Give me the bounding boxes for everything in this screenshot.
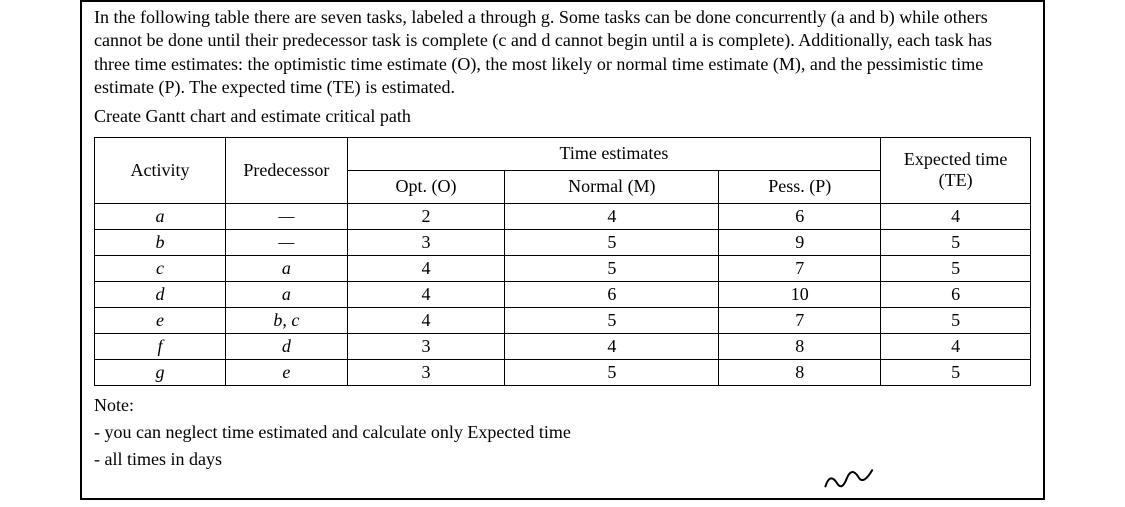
cell-te: 4	[881, 333, 1031, 359]
signature-mark	[822, 463, 884, 498]
table-row: c a 4 5 7 5	[95, 255, 1031, 281]
cell-te: 6	[881, 281, 1031, 307]
note-line-2: - all times in days	[94, 446, 1031, 473]
col-activity: Activity	[95, 137, 226, 203]
cell-pess: 8	[719, 359, 881, 385]
note-block: Note: - you can neglect time estimated a…	[94, 392, 1031, 473]
cell-te: 4	[881, 203, 1031, 229]
note-line-1: - you can neglect time estimated and cal…	[94, 419, 1031, 446]
cell-predecessor: a	[226, 281, 348, 307]
cell-activity: e	[95, 307, 226, 333]
cell-pess: 7	[719, 307, 881, 333]
cell-te: 5	[881, 307, 1031, 333]
cell-activity: b	[95, 229, 226, 255]
col-pess: Pess. (P)	[719, 170, 881, 203]
table-row: f d 3 4 8 4	[95, 333, 1031, 359]
cell-normal: 4	[505, 333, 719, 359]
cell-opt: 4	[347, 307, 505, 333]
table-row: b — 3 5 9 5	[95, 229, 1031, 255]
cell-te: 5	[881, 359, 1031, 385]
cell-te: 5	[881, 229, 1031, 255]
cell-opt: 3	[347, 359, 505, 385]
cell-normal: 5	[505, 359, 719, 385]
cell-pess: 9	[719, 229, 881, 255]
cell-te: 5	[881, 255, 1031, 281]
cell-normal: 5	[505, 255, 719, 281]
col-te: Expected time (TE)	[881, 137, 1031, 203]
table-row: a — 2 4 6 4	[95, 203, 1031, 229]
table-row: d a 4 6 10 6	[95, 281, 1031, 307]
cell-predecessor: —	[226, 229, 348, 255]
cell-opt: 2	[347, 203, 505, 229]
instruction-line: Create Gantt chart and estimate critical…	[94, 106, 1031, 127]
cell-activity: c	[95, 255, 226, 281]
cell-predecessor: b, c	[226, 307, 348, 333]
table-row: g e 3 5 8 5	[95, 359, 1031, 385]
cell-normal: 5	[505, 229, 719, 255]
cell-normal: 6	[505, 281, 719, 307]
cell-opt: 4	[347, 281, 505, 307]
cell-pess: 7	[719, 255, 881, 281]
cell-predecessor: —	[226, 203, 348, 229]
cell-activity: g	[95, 359, 226, 385]
cell-activity: a	[95, 203, 226, 229]
col-normal: Normal (M)	[505, 170, 719, 203]
col-opt: Opt. (O)	[347, 170, 505, 203]
task-table: Activity Predecessor Time estimates Expe…	[94, 137, 1031, 386]
cell-predecessor: d	[226, 333, 348, 359]
cell-pess: 8	[719, 333, 881, 359]
cell-pess: 6	[719, 203, 881, 229]
cell-opt: 3	[347, 229, 505, 255]
intro-paragraph: In the following table there are seven t…	[94, 6, 1031, 100]
cell-normal: 5	[505, 307, 719, 333]
cell-activity: d	[95, 281, 226, 307]
page-frame: In the following table there are seven t…	[80, 0, 1045, 500]
cell-opt: 4	[347, 255, 505, 281]
cell-opt: 3	[347, 333, 505, 359]
cell-activity: f	[95, 333, 226, 359]
cell-predecessor: a	[226, 255, 348, 281]
cell-normal: 4	[505, 203, 719, 229]
col-predecessor: Predecessor	[226, 137, 348, 203]
col-time-estimates: Time estimates	[347, 137, 881, 170]
cell-pess: 10	[719, 281, 881, 307]
note-heading: Note:	[94, 392, 1031, 419]
table-row: e b, c 4 5 7 5	[95, 307, 1031, 333]
cell-predecessor: e	[226, 359, 348, 385]
